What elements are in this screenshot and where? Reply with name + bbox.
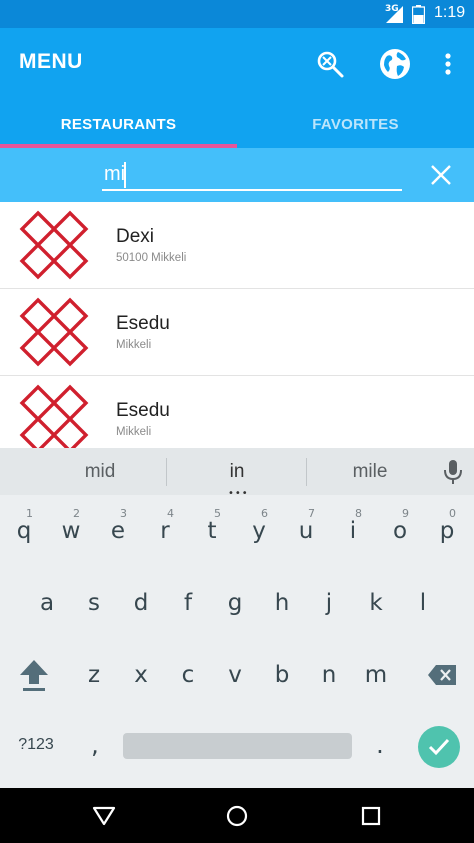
key-b[interactable]: b [260,649,304,701]
space-key[interactable] [123,733,352,759]
key-z[interactable]: z [72,649,116,701]
battery-level: 2 [415,7,422,17]
done-key[interactable] [418,726,460,768]
key-a[interactable]: a [25,577,69,629]
clock: 1:19 [434,4,466,21]
key-w[interactable]: w2 [49,505,93,557]
tab-restaurants[interactable]: RESTAURANTS [0,100,237,148]
key-g[interactable]: g [213,577,257,629]
restaurant-logo-icon [19,210,89,280]
key-d[interactable]: d [119,577,163,629]
key-p[interactable]: p0 [425,505,469,557]
text-cursor [124,162,126,188]
recents-button[interactable] [351,796,391,836]
key-v[interactable]: v [213,649,257,701]
restaurant-name: Esedu [116,313,170,334]
check-icon [428,738,450,756]
comma-key[interactable]: , [75,721,115,769]
tab-favorites[interactable]: FAVORITES [237,100,474,148]
key-i[interactable]: i8 [331,505,375,557]
key-j[interactable]: j [307,577,351,629]
key-c[interactable]: c [166,649,210,701]
suggestion-left[interactable]: mid [30,448,170,495]
back-triangle-icon [92,806,116,826]
search-button[interactable] [310,44,350,84]
signal-icon [386,6,403,23]
tab-bar: RESTAURANTS FAVORITES [0,100,474,148]
home-circle-icon [226,805,248,827]
close-icon [431,165,451,185]
key-t[interactable]: t5 [190,505,234,557]
search-input[interactable] [104,158,402,190]
key-n[interactable]: n [307,649,351,701]
key-r[interactable]: r4 [143,505,187,557]
suggestion-right[interactable]: mile [300,448,440,495]
more-vert-icon [445,53,451,75]
list-item[interactable]: Esedu Mikkeli [0,289,474,376]
restaurant-location: 50100 Mikkeli [116,252,187,264]
search-bar [0,148,474,202]
backspace-key[interactable] [418,649,466,701]
restaurant-logo-icon [19,297,89,367]
navigation-bar [0,788,474,843]
key-u[interactable]: u7 [284,505,328,557]
symbols-key[interactable]: ?123 [8,721,64,769]
restaurant-name: Dexi [116,226,155,247]
key-x[interactable]: x [119,649,163,701]
more-suggestions-icon: ••• [228,488,249,499]
search-underline [102,189,402,191]
restaurant-name: Esedu [116,400,170,421]
soft-keyboard: mid in ••• mile q1 w2 e3 r4 t5 y6 u7 i8 … [0,448,474,788]
key-l[interactable]: l [401,577,445,629]
backspace-icon [428,665,456,685]
recents-square-icon [361,806,381,826]
overflow-menu-button[interactable] [428,44,468,84]
list-item[interactable]: Dexi 50100 Mikkeli [0,202,474,289]
shift-icon [20,660,48,691]
clear-search-button[interactable] [420,154,462,196]
globe-icon [380,49,410,79]
home-button[interactable] [217,796,257,836]
restaurant-list: Dexi 50100 Mikkeli Esedu Mikkeli Esedu M… [0,202,474,448]
suggestion-strip: mid in ••• mile [0,448,474,499]
list-item[interactable]: Esedu Mikkeli [0,376,474,448]
shift-key[interactable] [8,649,60,701]
key-q[interactable]: q1 [2,505,46,557]
key-o[interactable]: o9 [378,505,422,557]
status-bar: 3G 2 1:19 [0,0,474,28]
period-key[interactable]: . [360,721,400,769]
search-off-icon [317,51,344,78]
key-f[interactable]: f [166,577,210,629]
restaurant-logo-icon [19,384,89,448]
key-k[interactable]: k [354,577,398,629]
app-bar: MENU RESTAURANTS FAVORITES [0,28,474,148]
microphone-icon[interactable] [440,458,466,486]
key-h[interactable]: h [260,577,304,629]
language-button[interactable] [375,44,415,84]
key-s[interactable]: s [72,577,116,629]
key-y[interactable]: y6 [237,505,281,557]
key-m[interactable]: m [354,649,398,701]
restaurant-location: Mikkeli [116,426,152,438]
app-title: MENU [19,50,83,73]
key-e[interactable]: e3 [96,505,140,557]
restaurant-location: Mikkeli [116,339,152,351]
back-button[interactable] [84,796,124,836]
